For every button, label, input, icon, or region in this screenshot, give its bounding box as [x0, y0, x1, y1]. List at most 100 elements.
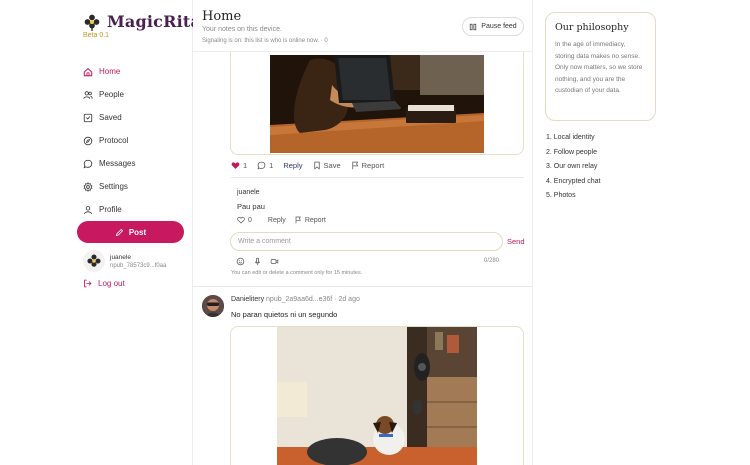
pencil-icon [115, 228, 123, 236]
user-icon [84, 205, 92, 214]
avatar-flower-icon [87, 254, 101, 267]
signaling-status: Signaling is on: this list is who is onl… [202, 38, 328, 44]
nav-item-messages[interactable]: Messages [83, 152, 188, 175]
chat-icon [83, 159, 93, 168]
post-time: · 2d ago [334, 296, 360, 303]
reply-button[interactable]: Reply [283, 161, 302, 170]
pause-feed-button[interactable]: Pause feed [462, 17, 524, 36]
app-name: MagicRita [107, 12, 202, 31]
account-chip[interactable]: juanele npub_78573c9...f0aa [83, 250, 166, 272]
post-meta: Danielitery npub_2a9aa6d...e36f · 2d ago [231, 296, 360, 303]
emoji-icon[interactable] [236, 257, 245, 266]
video-icon[interactable] [270, 257, 279, 266]
nav-label: Saved [99, 113, 122, 122]
comment-count: 1 [269, 161, 274, 170]
post-button-label: Post [128, 227, 147, 237]
desk-photo [270, 55, 484, 153]
nav-item-settings[interactable]: Settings [83, 175, 188, 198]
version-label: Beta 0.1 [83, 32, 110, 39]
flag-icon [352, 161, 358, 170]
post-image[interactable] [277, 327, 477, 465]
roadmap-item: 5. Photos [546, 192, 576, 199]
bookmark-icon [83, 113, 93, 122]
dog-photo [277, 327, 477, 465]
roadmap-list: 1. Local identity 2. Follow people 3. Ou… [546, 134, 600, 207]
char-count: 0/280 [484, 258, 500, 264]
nav-label: Home [99, 67, 121, 76]
avatar [83, 250, 105, 272]
comment-text: Pau pau [237, 202, 265, 211]
avatar-photo [202, 295, 224, 317]
feed: 1 1 Reply Save Report juanele Pau pau 0 … [193, 0, 533, 465]
nav-label: Profile [99, 205, 122, 214]
comment-report-label: Report [304, 216, 326, 224]
like-button[interactable]: 1 [231, 161, 247, 170]
save-label: Save [323, 161, 341, 170]
sidebar: MagicRita Beta 0.1 Home People Saved Pro… [0, 0, 201, 465]
bookmark-icon [313, 161, 320, 170]
comment-icon [257, 161, 266, 170]
roadmap-item: 3. Our own relay [546, 163, 598, 170]
heart-filled-icon [231, 162, 240, 169]
comment: juanele Pau pau 0 Reply Report [237, 189, 342, 224]
main-nav: Home People Saved Protocol Messages Sett… [83, 60, 188, 221]
page-title: Home [202, 9, 242, 24]
roadmap-item: 1. Local identity [546, 134, 595, 141]
logout-icon [84, 279, 92, 288]
philosophy-title: Our philosophy [555, 22, 629, 33]
comment-actions: 0 Reply Report [237, 216, 342, 224]
nav-item-home[interactable]: Home [83, 60, 188, 83]
report-button[interactable]: Report [351, 161, 385, 170]
post-image[interactable] [270, 55, 484, 153]
account-name: juanele [110, 253, 131, 261]
comment-input[interactable]: Write a comment [230, 232, 503, 251]
send-button[interactable]: Send [507, 237, 525, 246]
nav-item-saved[interactable]: Saved [83, 106, 188, 129]
magicrita-logo-icon [84, 14, 100, 31]
account-pubkey: npub_78573c9...f0aa [110, 262, 167, 269]
microphone-icon[interactable] [253, 257, 262, 266]
nav-item-profile[interactable]: Profile [83, 198, 188, 221]
flag-icon [295, 216, 301, 224]
nav-item-protocol[interactable]: Protocol [83, 129, 188, 152]
comment-like-count: 0 [248, 216, 252, 224]
divider [193, 286, 532, 287]
roadmap-item: 4. Encrypted chat [546, 177, 601, 185]
comment-author[interactable]: juanele [237, 189, 342, 196]
people-icon [83, 90, 93, 99]
brand[interactable]: MagicRita [83, 12, 201, 31]
nav-label: Settings [99, 182, 128, 191]
logout-link[interactable]: Log out [83, 279, 125, 288]
comment-report-button[interactable]: Report [294, 216, 334, 224]
philosophy-card: Our philosophy In the age of immediacy, … [545, 12, 656, 121]
roadmap-item: 2. Follow people [546, 148, 597, 156]
nav-label: Protocol [99, 136, 129, 145]
author-avatar[interactable] [202, 295, 224, 317]
nav-label: Messages [99, 159, 136, 168]
nav-item-people[interactable]: People [83, 83, 188, 106]
page-header: Home Your notes on this device. Signalin… [193, 0, 532, 52]
post-button[interactable]: Post [77, 221, 184, 243]
post-author[interactable]: Danielitery [231, 296, 264, 303]
page-subtitle: Your notes on this device. [202, 26, 282, 33]
post-text: No paran quietos ni un segundo [231, 310, 338, 319]
comment-reply-button[interactable]: Reply [268, 217, 286, 224]
divider [231, 177, 524, 178]
philosophy-text: In the age of immediacy, storing data ma… [555, 41, 643, 94]
post-author-pubkey: npub_2a9aa6d...e36f [266, 296, 333, 303]
comment-like-button[interactable]: 0 [237, 216, 260, 224]
post-actions: 1 1 Reply Save Report [231, 161, 394, 170]
save-button[interactable]: Save [313, 161, 341, 170]
gear-icon [83, 181, 93, 192]
report-label: Report [361, 161, 385, 170]
pause-icon [470, 23, 477, 30]
logout-label: Log out [98, 279, 125, 288]
pause-feed-label: Pause feed [481, 23, 517, 30]
nav-label: People [99, 90, 124, 99]
comment-hint: You can edit or delete a comment only fo… [231, 270, 363, 276]
like-count: 1 [243, 161, 248, 170]
compass-icon [83, 136, 93, 145]
comment-tools [236, 257, 287, 266]
home-icon [83, 67, 93, 76]
comment-count-button[interactable]: 1 [257, 161, 273, 170]
